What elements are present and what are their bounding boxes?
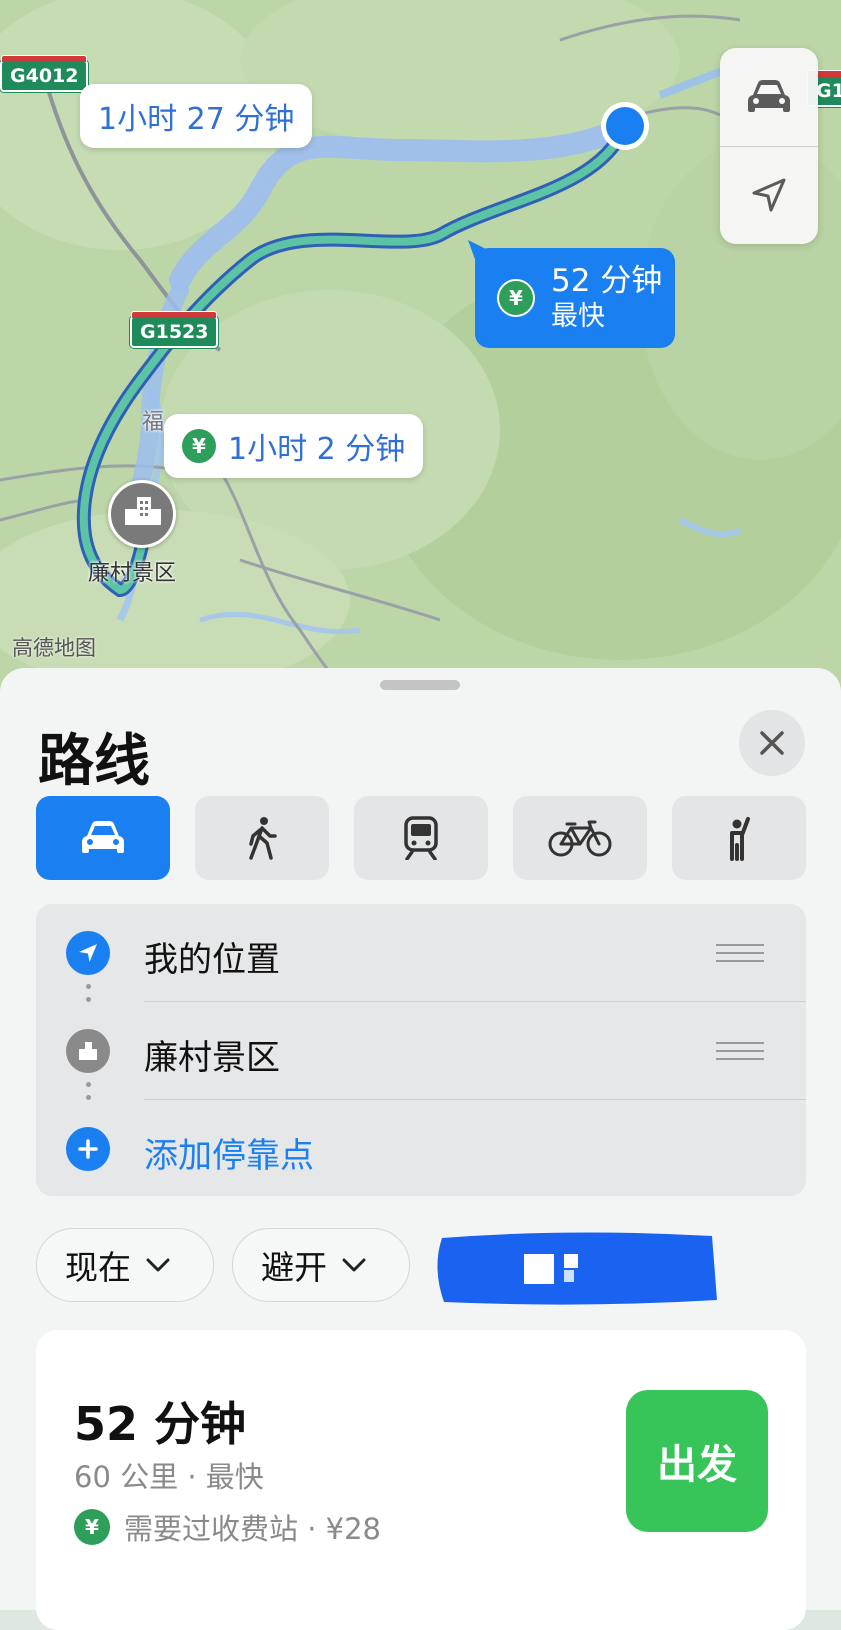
- transport-mode-bar: [36, 796, 806, 880]
- map-controls: [720, 48, 818, 244]
- destination-label: 廉村景区: [88, 561, 177, 586]
- chevron-down-icon: [342, 1258, 366, 1272]
- page-title: 路线: [38, 729, 150, 794]
- mode-driving-button[interactable]: [36, 796, 170, 880]
- route-time: 52 分钟: [551, 263, 663, 299]
- close-icon: [760, 731, 784, 755]
- route-stops-list: 我的位置 廉村景区 添加停靠点: [36, 904, 806, 1196]
- train-icon: [404, 816, 438, 860]
- depart-time-dropdown[interactable]: 现在: [36, 1228, 214, 1302]
- yen-icon: ¥: [74, 1509, 110, 1545]
- mode-transit-button[interactable]: [354, 796, 488, 880]
- redacted-scribble: [437, 1232, 717, 1305]
- map-view[interactable]: G4012 G1523 G152 1小时 27 分钟 ¥ 52 分钟 最快 ¥ …: [0, 0, 841, 700]
- mode-walking-button[interactable]: [195, 796, 329, 880]
- bike-icon: [548, 820, 612, 857]
- reorder-handle-icon[interactable]: [716, 1042, 764, 1062]
- stop-origin[interactable]: 我的位置: [36, 904, 806, 1002]
- building-icon: [66, 1029, 110, 1073]
- stop-destination[interactable]: 廉村景区: [36, 1002, 806, 1100]
- stop-label: 廉村景区: [144, 1038, 280, 1078]
- route-label-fastest[interactable]: ¥ 52 分钟 最快: [475, 248, 675, 348]
- map-attribution: 高德地图: [12, 636, 96, 660]
- avoid-dropdown[interactable]: 避开: [232, 1228, 410, 1302]
- driving-mode-button[interactable]: [720, 48, 818, 146]
- toll-info: ¥ 需要过收费站 · ¥28: [74, 1506, 381, 1548]
- chevron-down-icon: [146, 1258, 170, 1272]
- route-distance: 60 公里 · 最快: [74, 1460, 264, 1494]
- reorder-handle-icon[interactable]: [716, 944, 764, 964]
- route-time: 1小时 2 分钟: [228, 432, 406, 467]
- directions-sheet: 路线 我的位置 廉村景区 添加停靠点 现在 避开 52 分钟 60 公里 · 最…: [0, 668, 841, 1630]
- route-option-card[interactable]: 52 分钟 60 公里 · 最快 ¥ 需要过收费站 · ¥28 出发: [36, 1330, 806, 1630]
- route-label-alt-long[interactable]: 1小时 27 分钟: [80, 84, 313, 148]
- highway-shield: G4012: [0, 55, 89, 92]
- add-stop-row[interactable]: 添加停靠点: [36, 1100, 806, 1198]
- yen-icon: ¥: [497, 279, 535, 317]
- car-icon: [748, 80, 790, 112]
- plus-icon: [66, 1127, 110, 1171]
- route-eta: 52 分钟: [74, 1397, 247, 1451]
- go-button[interactable]: 出发: [626, 1390, 768, 1532]
- sheet-grabber[interactable]: [380, 680, 460, 690]
- highway-shield: G1523: [130, 311, 219, 348]
- route-time: 1小时 27 分钟: [98, 102, 295, 137]
- locate-me-button[interactable]: [720, 146, 818, 244]
- hail-icon: [730, 817, 750, 861]
- toll-text: 需要过收费站 · ¥28: [124, 1512, 382, 1546]
- destination-pin[interactable]: [108, 480, 176, 548]
- place-label: 福: [142, 410, 165, 435]
- building-icon: [125, 497, 161, 525]
- mode-ride-hail-button[interactable]: [672, 796, 806, 880]
- depart-time-label: 现在: [65, 1248, 131, 1287]
- location-arrow-icon: [66, 931, 110, 975]
- mode-cycling-button[interactable]: [513, 796, 647, 880]
- walk-icon: [249, 817, 277, 860]
- route-tag: 最快: [551, 301, 605, 332]
- add-stop-label: 添加停靠点: [144, 1136, 314, 1176]
- car-icon: [82, 821, 124, 853]
- route-label-alt-mid[interactable]: ¥ 1小时 2 分钟: [164, 414, 424, 478]
- stop-label: 我的位置: [144, 940, 280, 980]
- avoid-label: 避开: [261, 1248, 327, 1287]
- yen-icon: ¥: [182, 429, 216, 463]
- close-button[interactable]: [739, 710, 805, 776]
- location-arrow-icon: [752, 178, 786, 212]
